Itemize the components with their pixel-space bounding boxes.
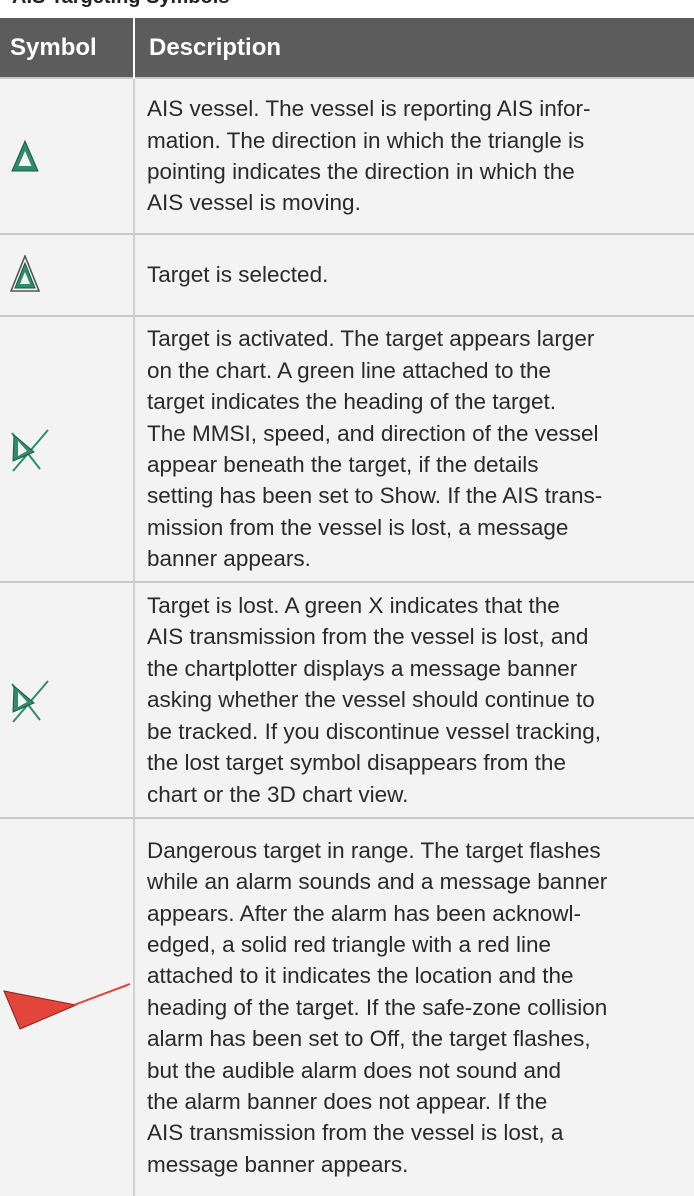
section-heading: AIS Targeting Symbols <box>12 0 229 9</box>
description-line: message banner appears. <box>147 1151 409 1177</box>
dangerous-target-icon <box>3 983 131 1030</box>
description-line: mation. The direction in which the trian… <box>147 127 585 153</box>
description-line: AIS vessel is moving. <box>147 190 361 216</box>
description-line: Dangerous target in range. The target fl… <box>147 837 601 863</box>
selected-target-triangle-icon <box>10 255 40 292</box>
description-line: the lost target symbol disappears from t… <box>147 750 566 776</box>
description-line: target indicates the heading of the targ… <box>147 389 557 415</box>
description-line: Target is activated. The target appears … <box>147 326 595 352</box>
description-line: edged, a solid red triangle with a red l… <box>147 931 552 957</box>
description-cell: Target is lost. A green X indicates that… <box>134 581 694 818</box>
description-line: alarm has been set to Off, the target fl… <box>147 1026 591 1052</box>
description-line: pointing indicates the direction in whic… <box>147 159 575 184</box>
description-line: appears. After the alarm has been acknow… <box>147 900 581 926</box>
ais-symbols-table: Symbol Description AIS vessel. The vesse… <box>0 18 694 1196</box>
description-line: the chartplotter displays a message bann… <box>147 655 578 681</box>
description-line: AIS transmission from the vessel is lost… <box>147 624 589 650</box>
description-line: Target is selected. <box>147 262 329 288</box>
page: AIS Targeting Symbols Symbol Description… <box>0 0 694 1196</box>
symbol-cell <box>0 581 135 818</box>
table-row: Target is activated. The target appears … <box>0 315 694 582</box>
description-line: heading of the target. If the safe-zone … <box>147 994 608 1020</box>
description-line: asking whether the vessel should continu… <box>147 687 595 713</box>
ais-vessel-triangle-icon <box>11 139 39 172</box>
column-header-symbol: Symbol <box>0 18 135 78</box>
description-line: The MMSI, speed, and direction of the ve… <box>147 420 599 446</box>
column-header-description: Description <box>134 18 694 78</box>
description-cell: AIS vessel. The vessel is reporting AIS … <box>134 77 694 234</box>
description-line: mission from the vessel is lost, a messa… <box>147 514 569 540</box>
table-row: Target is selected. <box>0 233 694 316</box>
symbol-cell <box>0 233 135 316</box>
description-line: but the audible alarm does not sound and <box>147 1057 562 1083</box>
description-line: on the chart. A green line attached to t… <box>147 357 552 383</box>
description-line: be tracked. If you discontinue vessel tr… <box>147 718 601 744</box>
table-row: AIS vessel. The vessel is reporting AIS … <box>0 77 694 234</box>
description-line: chart or the 3D chart view. <box>147 781 409 807</box>
description-cell: Dangerous target in range. The target fl… <box>134 817 694 1196</box>
symbol-cell <box>0 315 135 582</box>
symbol-cell <box>0 817 135 1196</box>
symbol-cell <box>0 77 135 234</box>
description-line: the alarm banner does not appear. If the <box>147 1089 548 1115</box>
table-row: Target is lost. A green X indicates that… <box>0 581 694 818</box>
description-line: attached to it indicates the location an… <box>147 963 574 989</box>
description-line: AIS vessel. The vessel is reporting AIS … <box>147 96 591 122</box>
table-header-row: Symbol Description <box>0 18 694 78</box>
description-line: setting has been set to Show. If the AIS… <box>147 483 603 509</box>
description-line: banner appears. <box>147 546 311 572</box>
table-row: Dangerous target in range. The target fl… <box>0 817 694 1196</box>
activated-target-icon <box>11 429 49 472</box>
description-line: while an alarm sounds and a message bann… <box>147 869 608 895</box>
lost-target-icon <box>11 680 49 723</box>
description-line: Target is lost. A green X indicates that… <box>147 593 560 619</box>
description-cell: Target is activated. The target appears … <box>134 315 694 582</box>
description-line: appear beneath the target, if the detail… <box>147 452 539 477</box>
description-line: AIS transmission from the vessel is lost… <box>147 1120 564 1146</box>
description-cell: Target is selected. <box>134 233 694 316</box>
